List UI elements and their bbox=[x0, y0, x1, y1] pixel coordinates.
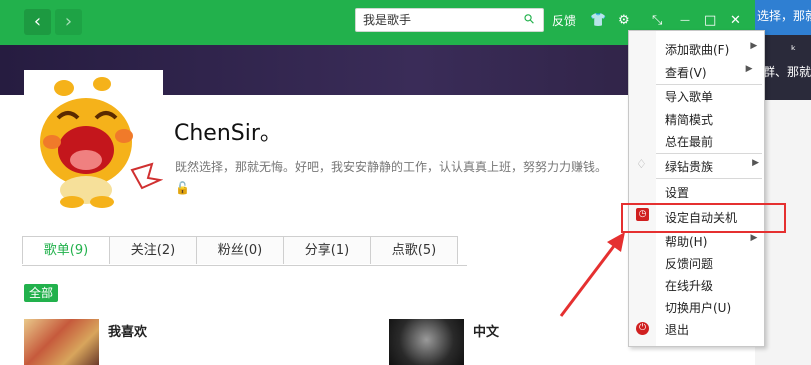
search-box: ⚲ bbox=[355, 8, 544, 32]
tab-requests[interactable]: 点歌(5) bbox=[370, 236, 458, 264]
menu-item-label: 设置 bbox=[665, 186, 690, 200]
qq-penguin-avatar-icon bbox=[40, 77, 164, 208]
diamond-icon: ♢ bbox=[636, 157, 647, 171]
playlist-title-chinese[interactable]: 中文 bbox=[473, 321, 499, 340]
menu-item-help[interactable]: 帮助(H) ▶ bbox=[665, 233, 757, 250]
menu-item-label: 总在最前 bbox=[665, 135, 714, 149]
username: ChenSir。 bbox=[174, 121, 282, 146]
background-window-mark: ᵏ bbox=[791, 43, 797, 57]
menu-separator bbox=[656, 178, 762, 179]
menu-item-label: 在线升级 bbox=[665, 279, 714, 293]
menu-item-import-playlist[interactable]: 导入歌单 bbox=[665, 88, 713, 105]
filter-all-button[interactable]: 全部 bbox=[24, 284, 58, 302]
avatar[interactable] bbox=[24, 70, 164, 209]
menu-item-compact-mode[interactable]: 精简模式 bbox=[665, 111, 713, 128]
menu-item-exit[interactable]: 退出 bbox=[665, 321, 689, 338]
menu-item-switch-user[interactable]: 切换用户(U) bbox=[665, 299, 731, 316]
annotation-arrow-icon bbox=[559, 232, 625, 317]
submenu-arrow-icon: ▶ bbox=[745, 64, 753, 74]
menu-item-label: 退出 bbox=[665, 323, 690, 337]
back-button[interactable]: ‹ bbox=[24, 9, 51, 35]
menu-item-green-diamond[interactable]: 绿钻贵族 ▶ bbox=[665, 158, 759, 175]
menu-item-label: 查看(V) bbox=[665, 66, 707, 80]
feedback-button[interactable]: 反馈 bbox=[552, 12, 576, 30]
menu-item-settings[interactable]: 设置 bbox=[665, 184, 689, 201]
submenu-arrow-icon: ▶ bbox=[750, 233, 758, 243]
playlist-title-favorites[interactable]: 我喜欢 bbox=[108, 321, 147, 340]
menu-item-online-upgrade[interactable]: 在线升级 bbox=[665, 277, 713, 294]
minimize-icon[interactable]: — bbox=[680, 12, 690, 30]
background-window-text: 选择，那就 bbox=[757, 9, 811, 23]
tab-shares[interactable]: 分享(1) bbox=[283, 236, 371, 264]
menu-item-label: 绿钻贵族 bbox=[665, 160, 714, 174]
power-icon: ⏻ bbox=[636, 322, 649, 335]
tab-followers[interactable]: 粉丝(0) bbox=[196, 236, 284, 264]
menu-separator bbox=[656, 84, 762, 85]
profile-tabs: 歌单(9) 关注(2) 粉丝(0) 分享(1) 点歌(5) bbox=[22, 236, 467, 266]
main-context-menu: 添加歌曲(F) ▶ 查看(V) ▶ 导入歌单 精简模式 总在最前 ♢ 绿钻贵族 … bbox=[628, 30, 765, 347]
user-signature: 既然选择，那就无悔。好吧，我安安静静的工作，认认真真上班，努努力力赚钱。 bbox=[175, 160, 608, 174]
menu-item-label: 帮助(H) bbox=[665, 235, 708, 249]
submenu-arrow-icon: ▶ bbox=[750, 41, 758, 51]
mini-mode-icon[interactable]: ⤡ bbox=[652, 12, 662, 30]
tab-playlists[interactable]: 歌单(9) bbox=[22, 236, 110, 264]
highlight-box bbox=[621, 203, 786, 233]
submenu-arrow-icon: ▶ bbox=[752, 158, 760, 168]
chevron-right-icon: › bbox=[64, 11, 73, 32]
menu-separator bbox=[656, 153, 762, 154]
gear-icon[interactable]: ⚙ bbox=[618, 12, 630, 30]
menu-item-label: 精简模式 bbox=[665, 113, 714, 127]
menu-item-label: 反馈问题 bbox=[665, 257, 714, 271]
playlist-cover-favorites[interactable] bbox=[24, 319, 99, 365]
menu-item-label: 添加歌曲(F) bbox=[665, 43, 730, 57]
lock-icon[interactable]: 🔓 bbox=[175, 181, 190, 195]
background-window-text-2: 群、那就 bbox=[763, 65, 811, 79]
tab-following[interactable]: 关注(2) bbox=[109, 236, 197, 264]
search-input[interactable] bbox=[363, 12, 513, 28]
menu-item-report-issue[interactable]: 反馈问题 bbox=[665, 255, 713, 272]
search-icon[interactable]: ⚲ bbox=[522, 11, 539, 28]
menu-item-label: 导入歌单 bbox=[665, 90, 714, 104]
playlist-cover-chinese[interactable] bbox=[389, 319, 464, 365]
menu-item-label: 切换用户(U) bbox=[665, 301, 732, 315]
maximize-icon[interactable]: □ bbox=[704, 12, 716, 30]
menu-item-always-on-top[interactable]: 总在最前 bbox=[665, 133, 713, 150]
forward-button[interactable]: › bbox=[55, 9, 82, 35]
skin-icon[interactable]: 👕 bbox=[590, 12, 606, 30]
menu-item-view[interactable]: 查看(V) ▶ bbox=[665, 64, 753, 81]
close-icon[interactable]: ✕ bbox=[730, 12, 741, 30]
menu-item-add-songs[interactable]: 添加歌曲(F) ▶ bbox=[665, 41, 757, 58]
chevron-left-icon: ‹ bbox=[33, 11, 42, 32]
